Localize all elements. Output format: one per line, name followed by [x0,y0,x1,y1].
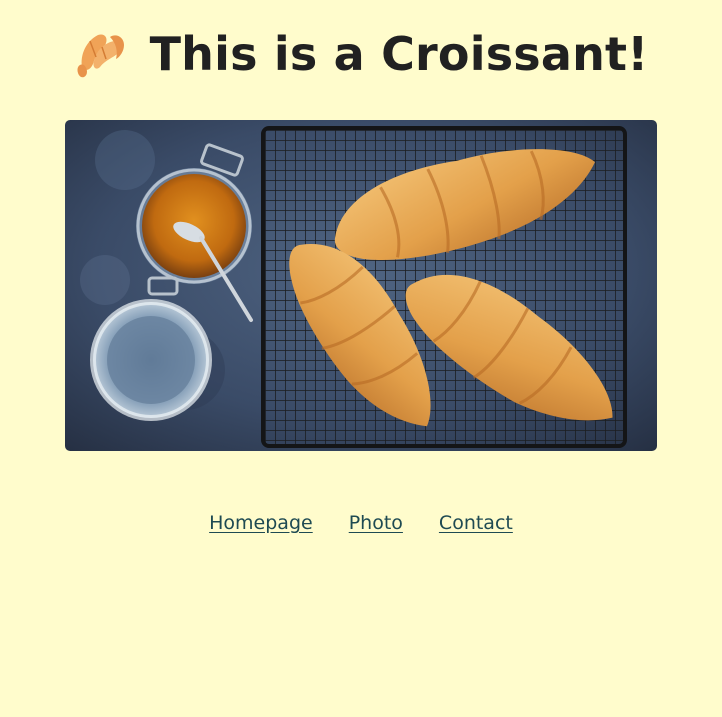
nav-link-contact[interactable]: Contact [439,512,513,534]
page-header: This is a Croissant! [0,22,722,86]
croissant-photo-illustration [65,120,657,451]
croissant-icon [77,34,124,78]
nav-link-homepage[interactable]: Homepage [209,512,313,534]
nav-link-photo[interactable]: Photo [349,512,403,534]
footer-nav: Homepage Photo Contact [0,512,722,534]
page-title: This is a Croissant! [149,27,649,81]
croissant-photo [65,120,657,451]
